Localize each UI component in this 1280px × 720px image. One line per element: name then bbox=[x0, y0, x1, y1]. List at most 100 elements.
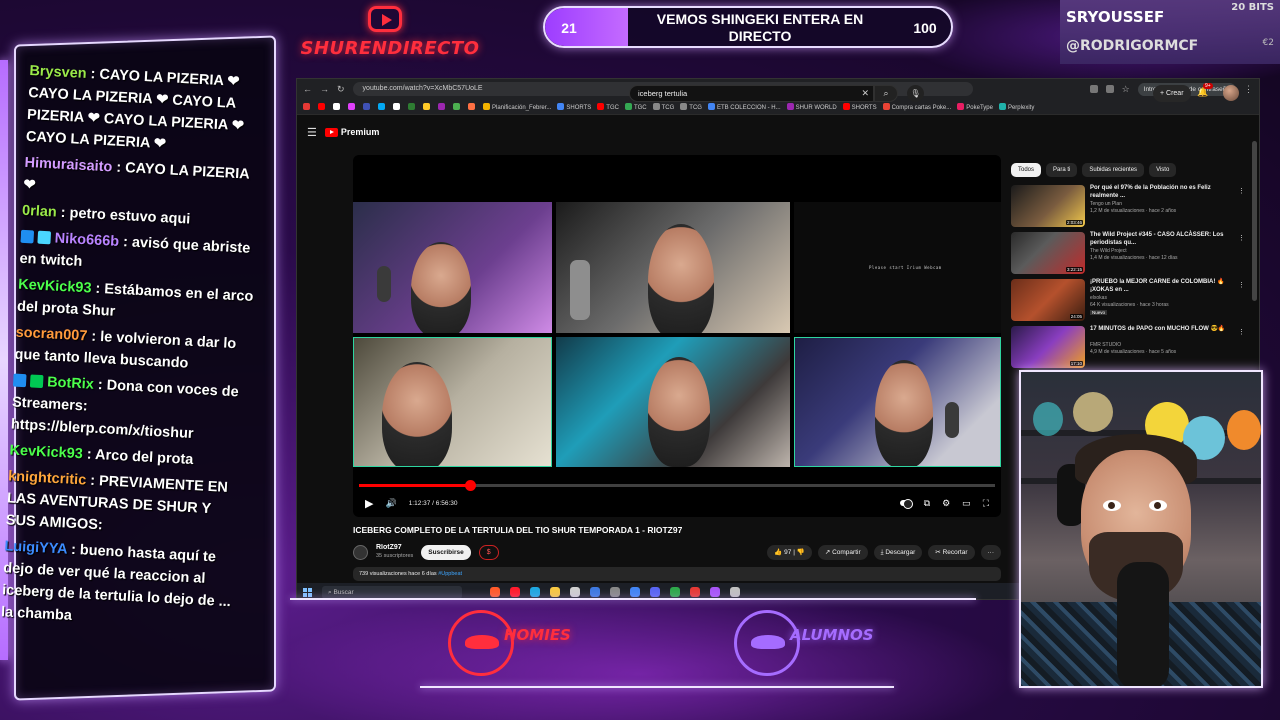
bookmark-favicon[interactable] bbox=[408, 103, 415, 110]
discord-icon[interactable] bbox=[650, 587, 660, 597]
menu-icon[interactable]: ⋮ bbox=[1244, 84, 1253, 95]
bookmark-favicon[interactable] bbox=[438, 103, 445, 110]
mail-icon[interactable] bbox=[590, 587, 600, 597]
recommendation-channel[interactable]: Tengo un Plan bbox=[1090, 201, 1122, 207]
bookmark-favicon[interactable] bbox=[363, 103, 370, 110]
video-progress-bar[interactable] bbox=[359, 480, 995, 491]
more-options-icon[interactable]: ⋮ bbox=[1238, 187, 1245, 195]
reload-icon[interactable]: ↻ bbox=[337, 84, 345, 95]
clear-search-icon[interactable]: ✕ bbox=[861, 86, 869, 101]
opera-icon[interactable] bbox=[510, 587, 520, 597]
recommendation-title[interactable]: The Wild Project #345 - CASO ALCÀSSER: L… bbox=[1090, 232, 1240, 247]
clip-button[interactable]: ✂ Recortar bbox=[928, 544, 975, 560]
create-button[interactable]: + Crear bbox=[1153, 85, 1191, 102]
scrubber-handle[interactable] bbox=[464, 480, 476, 491]
thanks-button[interactable]: $ bbox=[478, 544, 499, 560]
bookmark-item[interactable]: Perplexity bbox=[998, 102, 1034, 111]
windows-start-icon[interactable] bbox=[303, 587, 312, 597]
zoom-icon[interactable] bbox=[1105, 85, 1114, 93]
video-thumbnail[interactable]: 2:03:46 bbox=[1011, 185, 1085, 227]
chat-username[interactable]: LuigiYYA bbox=[4, 538, 67, 557]
chat-username[interactable]: KevKick93 bbox=[18, 277, 92, 297]
recommendation-item[interactable]: 2:03:46 Por qué el 97% de la Población no… bbox=[1011, 185, 1251, 229]
star-icon[interactable]: ☆ bbox=[1122, 84, 1130, 95]
theater-icon[interactable]: ▭ bbox=[962, 498, 971, 509]
bookmark-item[interactable]: PokeType bbox=[957, 102, 993, 111]
avatar[interactable] bbox=[1223, 85, 1239, 101]
video-thumbnail[interactable]: 24:05 bbox=[1011, 279, 1085, 321]
fullscreen-icon[interactable]: ⛶ bbox=[983, 498, 989, 509]
filter-chip[interactable]: Subidas recientes bbox=[1082, 163, 1145, 177]
edge-icon[interactable] bbox=[530, 587, 540, 597]
bookmark-favicon[interactable] bbox=[348, 103, 355, 110]
hamburger-icon[interactable]: ☰ bbox=[307, 126, 317, 139]
channel-avatar[interactable] bbox=[353, 544, 368, 560]
bookmark-favicon[interactable] bbox=[468, 103, 475, 110]
brave-icon[interactable] bbox=[490, 587, 500, 597]
recommendation-channel[interactable]: The Wild Project bbox=[1090, 248, 1127, 254]
chat-username[interactable]: Himuraisaito bbox=[24, 155, 113, 176]
app-icon[interactable] bbox=[670, 587, 680, 597]
bookmark-favicon[interactable] bbox=[423, 103, 430, 110]
calculator-icon[interactable] bbox=[730, 587, 740, 597]
filter-chip[interactable]: Todos bbox=[1011, 163, 1042, 177]
search-input[interactable]: iceberg tertulia ✕ bbox=[629, 85, 874, 102]
video-thumbnail[interactable]: 17:10 bbox=[1011, 326, 1085, 368]
play-icon[interactable]: ▶ bbox=[365, 497, 373, 510]
chat-username[interactable]: knightcritic bbox=[8, 468, 87, 488]
bookmark-item[interactable]: TGC bbox=[624, 102, 647, 111]
bookmark-item[interactable]: SHORTS bbox=[557, 102, 591, 111]
volume-icon[interactable]: 🔊 bbox=[385, 498, 396, 509]
autoplay-toggle[interactable] bbox=[899, 499, 913, 509]
subscribe-button[interactable]: Suscribirse bbox=[421, 544, 471, 560]
chat-username[interactable]: socran007 bbox=[15, 325, 87, 345]
bookmark-item[interactable]: Planificación_Febrer... bbox=[483, 102, 551, 111]
bookmark-item[interactable]: SHORTS bbox=[842, 102, 877, 111]
bookmark-item[interactable]: TCG bbox=[680, 102, 702, 111]
bookmark-favicon[interactable] bbox=[303, 103, 310, 110]
chat-username[interactable]: Niko666b bbox=[54, 231, 119, 250]
bookmark-favicon[interactable] bbox=[393, 103, 400, 110]
more-actions-button[interactable]: ··· bbox=[980, 544, 1001, 560]
steam-icon[interactable] bbox=[610, 587, 620, 597]
bookmark-item[interactable]: TCG bbox=[652, 102, 674, 111]
bookmark-favicon[interactable] bbox=[333, 103, 340, 110]
thumbs-down-icon[interactable]: 👎 bbox=[797, 549, 805, 556]
scrollbar[interactable] bbox=[1252, 141, 1257, 301]
bookmark-item[interactable]: TGC bbox=[597, 102, 619, 111]
recommendation-channel[interactable]: elxokas bbox=[1090, 295, 1107, 301]
youtube-logo[interactable]: Premium bbox=[324, 127, 379, 137]
back-icon[interactable]: ← bbox=[303, 84, 312, 94]
more-options-icon[interactable]: ⋮ bbox=[1238, 328, 1245, 336]
recommendation-channel[interactable]: FMR STUDIO bbox=[1090, 342, 1121, 348]
file-explorer-icon[interactable] bbox=[550, 587, 560, 597]
bookmark-item[interactable]: ETB COLECCION - H... bbox=[707, 102, 781, 111]
video-player[interactable]: Please start Irium Webcam ▶ 🔊 1:12:37 / … bbox=[353, 155, 1001, 517]
chat-username[interactable]: 0rlan bbox=[22, 203, 57, 221]
chat-username[interactable]: BotRix bbox=[47, 374, 95, 392]
more-options-icon[interactable]: ⋮ bbox=[1238, 281, 1245, 289]
pokeball-icon[interactable] bbox=[690, 587, 700, 597]
bookmark-item[interactable]: Compra cartas Poke... bbox=[882, 102, 951, 111]
bookmark-favicon[interactable] bbox=[453, 103, 460, 110]
hashtag-link[interactable]: #Uppbeat bbox=[438, 571, 462, 577]
mic-icon[interactable]: 🎙 bbox=[907, 85, 924, 102]
channel-name-block[interactable]: RIotZ97 35 suscriptores bbox=[376, 543, 413, 561]
recommendation-item[interactable]: 17:10 17 MINUTOS de PAPO con MUCHO FLOW 😎… bbox=[1011, 326, 1251, 370]
video-thumbnail[interactable]: 3:22:15 bbox=[1011, 232, 1085, 274]
recommendation-title[interactable]: ¡PRUEBO la MEJOR CARNE de COLOMBIA! 🔥 ¡X… bbox=[1090, 279, 1240, 294]
share-button[interactable]: ↗ Compartir bbox=[817, 544, 868, 560]
bookmark-favicon[interactable] bbox=[378, 103, 385, 110]
app-icon[interactable] bbox=[710, 587, 720, 597]
bookmark-item[interactable]: SHUR WORLD bbox=[786, 102, 837, 111]
chat-username[interactable]: KevKick93 bbox=[9, 442, 83, 462]
bookmark-favicon[interactable] bbox=[318, 103, 325, 110]
subtitles-icon[interactable]: ⧉ bbox=[924, 498, 930, 509]
filter-chip[interactable]: Para ti bbox=[1046, 163, 1078, 177]
store-icon[interactable] bbox=[570, 587, 580, 597]
chat-username[interactable]: Brysven bbox=[29, 63, 87, 82]
recommendation-item[interactable]: 3:22:15 The Wild Project #345 - CASO ALCÀ… bbox=[1011, 232, 1251, 276]
search-button[interactable]: ⌕ bbox=[874, 85, 898, 102]
recommendation-title[interactable]: Por qué el 97% de la Población no es Fel… bbox=[1090, 185, 1240, 200]
recommendation-item[interactable]: 24:05 ¡PRUEBO la MEJOR CARNE de COLOMBIA!… bbox=[1011, 279, 1251, 323]
